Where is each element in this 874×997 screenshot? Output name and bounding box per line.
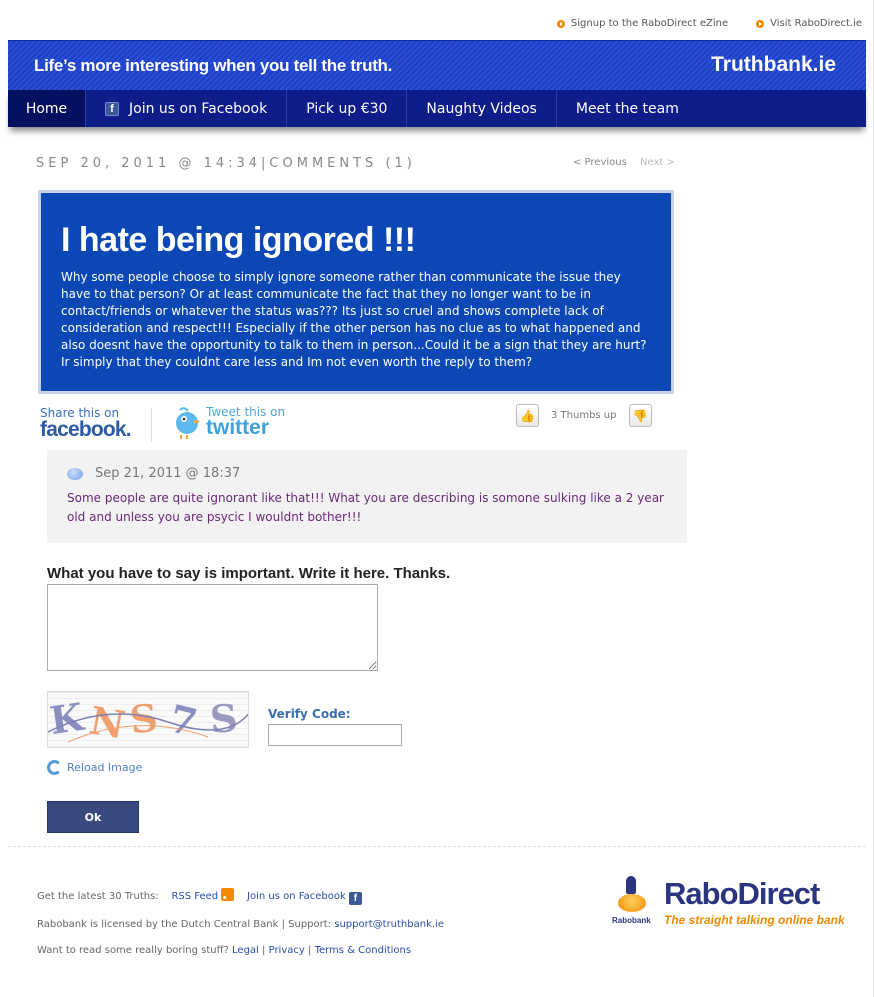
verify-code-label: Verify Code: [268,707,351,721]
captcha-noise [48,713,248,743]
twitter-bird-icon [176,406,201,439]
rabodirect-wordmark: RaboDirect [664,876,820,911]
captcha-image: K N S 7 S [47,691,249,748]
footer-line-license: Rabobank is licensed by the Dutch Centra… [37,919,444,930]
rabodirect-tagline: The straight talking online bank [664,913,845,927]
site-brand[interactable]: Truthbank.ie [711,53,836,77]
arrow-bullet-icon [556,19,565,28]
footer-line-feeds: Get the latest 30 Truths: RSS Feed Join … [37,888,362,905]
footer-boring-text: Want to read some really boring stuff? [37,945,229,956]
twitter-wordmark: twitter [206,416,269,439]
rss-icon[interactable] [221,888,235,901]
rss-feed-label: RSS Feed [171,891,219,902]
comment-date: Sep 21, 2011 @ 18:37 [95,466,241,481]
comment-meta: Sep 21, 2011 @ 18:37 [67,466,667,481]
rabobank-wordmark: Rabobank [612,916,651,925]
comment-item: Sep 21, 2011 @ 18:37 Some people are qui… [47,450,687,543]
rss-feed-link[interactable]: RSS Feed [171,891,218,902]
footer-line-legal: Want to read some really boring stuff? L… [37,945,411,956]
next-link[interactable]: Next > [640,157,675,168]
arrow-bullet-icon [756,19,765,28]
terms-link[interactable]: Terms & Conditions [315,945,412,956]
thumbs-widget: 👍 3 Thumbs up 👎 [516,404,652,427]
share-twitter-button[interactable]: Tweet this on twitter [172,405,285,440]
main-nav: Home f Join us on Facebook Pick up €30 N… [8,90,866,127]
speech-bubble-icon [67,467,83,480]
footer-separator: | [308,945,312,956]
nav-home[interactable]: Home [8,90,86,127]
comment-form-title: What you have to say is important. Write… [47,565,451,582]
footer-facebook-link[interactable]: Join us on Facebook [247,891,346,902]
privacy-link[interactable]: Privacy [269,945,305,956]
reload-icon [47,760,62,775]
thumbs-down-icon: 👎 [632,408,648,423]
nav-team[interactable]: Meet the team [557,90,698,127]
nav-facebook[interactable]: f Join us on Facebook [86,90,288,127]
facebook-icon: f [105,101,119,116]
footer-latest-label: Get the latest 30 Truths: [37,891,159,902]
reload-image-link[interactable]: Reload Image [47,760,142,775]
share-facebook-button[interactable]: Share this on facebook. [40,406,132,442]
thumbs-down-button[interactable]: 👎 [628,404,652,427]
banner-slogan: Life’s more interesting when you tell th… [34,56,393,75]
share-divider [151,408,152,442]
support-email-link[interactable]: support@truthbank.ie [334,919,444,930]
facebook-wordmark: facebook. [40,418,132,441]
footer-divider [8,846,866,847]
verify-code-input[interactable] [268,724,402,746]
facebook-icon[interactable]: f [348,892,362,905]
footer-facebook-label: Join us on Facebook [247,891,346,902]
thumbs-up-icon: 👍 [520,408,535,423]
footer-license-text: Rabobank is licensed by the Dutch Centra… [37,919,332,930]
post-title: I hate being ignored !!! [61,221,416,259]
visit-rabodirect-label: Visit RaboDirect.ie [770,18,862,29]
nav-facebook-label: Join us on Facebook [129,100,268,117]
rabodirect-logo[interactable]: Rabobank RaboDirect The straight talking… [612,876,852,936]
top-links: Signup to the RaboDirect eZine Visit Rab… [556,18,862,29]
signup-ezine-link[interactable]: Signup to the RaboDirect eZine [556,18,729,29]
post-box: I hate being ignored !!! Why some people… [38,190,674,394]
previous-link[interactable]: < Previous [573,157,627,168]
nav-pickup[interactable]: Pick up €30 [287,90,408,127]
thumbs-count: 3 Thumbs up [551,410,617,421]
post-dateline: SEP 20, 2011 @ 14:34|COMMENTS (1) [36,156,416,171]
comment-text: Some people are quite ignorant like that… [67,491,664,524]
legal-link[interactable]: Legal [232,945,259,956]
post-pager: < Previous Next > [573,157,675,168]
thumbs-up-button[interactable]: 👍 [516,404,539,427]
footer-separator: | [262,945,266,956]
comment-textarea[interactable] [47,584,378,671]
rabobank-mark-icon: Rabobank [612,876,652,928]
header-banner: Life’s more interesting when you tell th… [8,40,866,90]
signup-ezine-label: Signup to the RaboDirect eZine [570,18,729,29]
post-body: Why some people choose to simply ignore … [61,270,647,369]
nav-videos[interactable]: Naughty Videos [407,90,557,127]
visit-rabodirect-link[interactable]: Visit RaboDirect.ie [756,18,862,29]
reload-image-label: Reload Image [67,761,143,774]
submit-ok-button[interactable]: Ok [47,801,139,833]
